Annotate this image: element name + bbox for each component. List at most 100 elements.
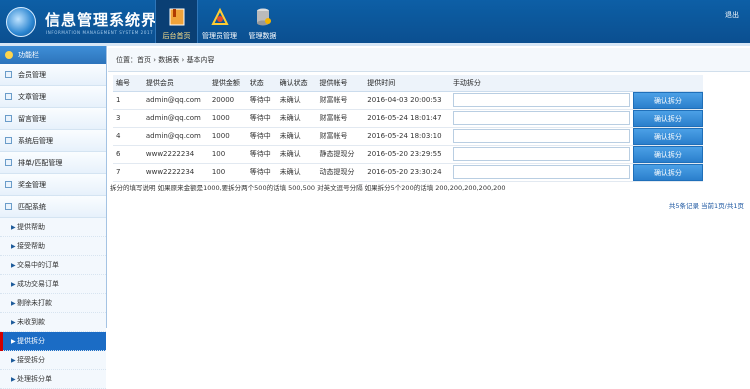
cell-member: www2222234 <box>142 163 209 182</box>
action-cell: 确认拆分 <box>629 109 703 128</box>
folder-icon <box>5 93 12 100</box>
nav-admin-manage[interactable]: 管理员管理 <box>198 0 241 43</box>
cell-amount: 1000 <box>208 109 247 128</box>
split-instructions: 拆分的填写说明 如果原来金额是1000,要拆分两个500的话填 500,500 … <box>110 184 506 192</box>
sidebar-heading: 功能栏 <box>0 46 106 64</box>
cell-id: 3 <box>113 109 143 128</box>
confirm-split-button[interactable]: 确认拆分 <box>632 91 703 109</box>
cell-amount: 20000 <box>208 91 247 110</box>
folder-icon <box>5 71 12 78</box>
triangle-right-icon: ▶ <box>11 300 16 307</box>
nav-home[interactable]: 后台首页 <box>155 0 198 43</box>
menu-match-system[interactable]: 匹配系统 <box>0 196 106 218</box>
app-title: 信息管理系统界面 <box>45 11 174 29</box>
cell-confirm: 未确认 <box>276 145 317 164</box>
sidebar-item-not-received[interactable]: ▶ 未收到款 <box>0 313 106 332</box>
menu-article[interactable]: 文章管理 <box>0 86 106 108</box>
table-row: 4 admin@qq.com 1000 等待中 未确认 财富帐号 2016-05-24 18… <box>113 127 703 146</box>
confirm-split-button[interactable]: 确认拆分 <box>632 163 703 181</box>
menu-bonus[interactable]: 奖金管理 <box>0 174 106 196</box>
split-table: 编号 提供会员 提供金额 状态 确认状态 提供帐号 提供时间 手动拆分 1 adm… <box>113 75 703 182</box>
sidebar-item-provide-help[interactable]: ▶ 提供帮助 <box>0 218 106 237</box>
cell-id: 4 <box>113 127 143 146</box>
cell-member: admin@qq.com <box>142 127 209 146</box>
exit-link[interactable]: 退出 <box>725 10 739 20</box>
split-input[interactable] <box>452 129 630 143</box>
database-icon <box>256 8 271 26</box>
cell-time: 2016-05-24 18:01:47 <box>364 109 450 128</box>
cell-status: 等待中 <box>246 145 277 164</box>
cell-member: admin@qq.com <box>142 109 209 128</box>
cell-time: 2016-05-24 18:03:10 <box>364 127 450 146</box>
folder-icon <box>5 115 12 122</box>
triangle-right-icon: ▶ <box>11 319 16 326</box>
split-input[interactable] <box>452 165 630 179</box>
split-input[interactable] <box>452 111 630 125</box>
split-input-cell <box>449 145 630 164</box>
folder-icon <box>5 203 12 210</box>
cell-confirm: 未确认 <box>276 91 317 110</box>
confirm-split-button[interactable]: 确认拆分 <box>632 145 703 163</box>
sidebar-item-trading-orders[interactable]: ▶ 交易中的订单 <box>0 256 106 275</box>
table-row: 1 admin@qq.com 20000 等待中 未确认 财富帐号 2016-04-03 2… <box>113 91 703 110</box>
cell-status: 等待中 <box>246 109 277 128</box>
cell-amount: 100 <box>208 163 247 182</box>
split-input[interactable] <box>452 93 630 107</box>
sidebar-item-accept-help[interactable]: ▶ 接受帮助 <box>0 237 106 256</box>
action-cell: 确认拆分 <box>629 91 703 110</box>
cell-account: 财富帐号 <box>316 91 365 110</box>
col-manual-split: 手动拆分 <box>449 75 630 92</box>
split-input-cell <box>449 127 630 146</box>
triangle-right-icon: ▶ <box>11 338 16 345</box>
sidebar-item-accept-split[interactable]: ▶ 接受拆分 <box>0 351 106 370</box>
action-cell: 确认拆分 <box>629 127 703 146</box>
app-subtitle: INFORMATION MANAGEMENT SYSTEM 2017 <box>46 30 154 35</box>
nav-data-manage[interactable]: 管理数据 <box>241 0 284 43</box>
sidebar-item-provide-split[interactable]: ▶ 提供拆分 <box>0 332 106 351</box>
cell-member: www2222234 <box>142 145 209 164</box>
triangle-right-icon: ▶ <box>11 281 16 288</box>
breadcrumb-table[interactable]: 数据表 <box>158 56 179 64</box>
header-subbar <box>0 43 750 46</box>
sidebar-item-remove-unpaid[interactable]: ▶ 剔除未打款 <box>0 294 106 313</box>
split-input-cell <box>449 91 630 110</box>
cell-confirm: 未确认 <box>276 109 317 128</box>
sidebar-item-success-orders[interactable]: ▶ 成功交易订单 <box>0 275 106 294</box>
menu-system[interactable]: 系统后管理 <box>0 130 106 152</box>
menu-message[interactable]: 留言管理 <box>0 108 106 130</box>
tools-icon <box>210 7 229 25</box>
table-row: 3 admin@qq.com 1000 等待中 未确认 财富帐号 2016-05-24 18… <box>113 109 703 128</box>
triangle-right-icon: ▶ <box>11 224 16 231</box>
col-account: 提供帐号 <box>316 75 365 92</box>
col-id[interactable]: 编号 <box>113 75 143 92</box>
split-input-cell <box>449 109 630 128</box>
cell-member: admin@qq.com <box>142 91 209 110</box>
breadcrumb-home[interactable]: 首页 <box>137 56 151 64</box>
cell-account: 动态提现分 <box>316 163 365 182</box>
table-row: 6 www2222234 100 等待中 未确认 静态提现分 2016-05-20 23:2… <box>113 145 703 164</box>
sidebar-item-handle-split[interactable]: ▶ 处理拆分单 <box>0 370 106 389</box>
col-time: 提供时间 <box>364 75 450 92</box>
document-icon <box>169 8 184 26</box>
menu-match-manage[interactable]: 排单/匹配管理 <box>0 152 106 174</box>
confirm-split-button[interactable]: 确认拆分 <box>632 109 703 127</box>
cell-time: 2016-05-20 23:30:24 <box>364 163 450 182</box>
sidebar: 功能栏 会员管理 文章管理 留言管理 系统后管理 排单/匹配管理 奖金管理 匹配… <box>0 46 107 389</box>
table-row: 7 www2222234 100 等待中 未确认 动态提现分 2016-05-20 23:3… <box>113 163 703 182</box>
cell-status: 等待中 <box>246 163 277 182</box>
cell-account: 财富帐号 <box>316 109 365 128</box>
confirm-split-button[interactable]: 确认拆分 <box>632 127 703 145</box>
split-input-cell <box>449 163 630 182</box>
logo-globe-icon <box>6 7 36 37</box>
menu-member[interactable]: 会员管理 <box>0 64 106 86</box>
cell-confirm: 未确认 <box>276 163 317 182</box>
cell-amount: 1000 <box>208 127 247 146</box>
triangle-right-icon: ▶ <box>11 357 16 364</box>
menu-dot-icon <box>5 51 13 59</box>
cell-status: 等待中 <box>246 127 277 146</box>
pagination[interactable]: 共5条记录 当前1页/共1页 <box>669 200 744 210</box>
triangle-right-icon: ▶ <box>11 243 16 250</box>
breadcrumb-content: 基本内容 <box>186 56 215 64</box>
cell-amount: 100 <box>208 145 247 164</box>
split-input[interactable] <box>452 147 630 161</box>
